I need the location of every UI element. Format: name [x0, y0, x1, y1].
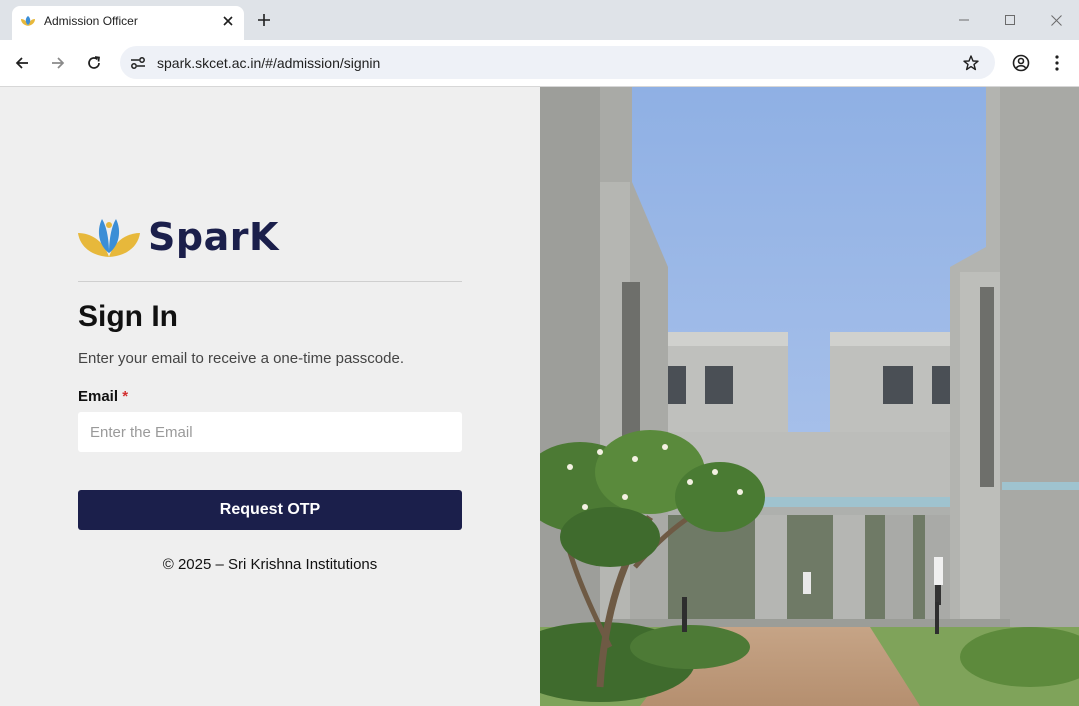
- close-icon[interactable]: [218, 11, 238, 31]
- divider: [78, 281, 462, 282]
- tab-strip: Admission Officer: [0, 0, 1079, 40]
- campus-photo: [540, 87, 1079, 706]
- kebab-menu-icon[interactable]: [1046, 52, 1068, 74]
- plus-icon[interactable]: [254, 10, 274, 30]
- window-close-icon[interactable]: [1046, 10, 1066, 30]
- minimize-icon[interactable]: [954, 10, 974, 30]
- profile-icon[interactable]: [1010, 52, 1032, 74]
- signin-panel: SparK Sign In Enter your email to receiv…: [0, 87, 540, 706]
- page-subtitle: Enter your email to receive a one-time p…: [78, 350, 404, 367]
- email-label-text: Email: [78, 388, 119, 405]
- tab-title: Admission Officer: [44, 14, 138, 28]
- spark-logo-icon: [78, 219, 140, 257]
- campus-illustration: [540, 87, 1079, 706]
- page-title: Sign In: [78, 300, 178, 333]
- address-bar[interactable]: spark.skcet.ac.in/#/admission/signin: [120, 46, 995, 79]
- maximize-icon[interactable]: [1000, 10, 1020, 30]
- email-field[interactable]: [78, 412, 462, 452]
- page-content: SparK Sign In Enter your email to receiv…: [0, 87, 1079, 706]
- star-icon[interactable]: [961, 53, 981, 73]
- browser-toolbar: spark.skcet.ac.in/#/admission/signin: [0, 40, 1079, 87]
- browser-tab[interactable]: Admission Officer: [12, 6, 244, 40]
- copyright-footer: © 2025 – Sri Krishna Institutions: [162, 556, 378, 573]
- brand-name: SparK: [148, 215, 279, 259]
- reload-icon[interactable]: [83, 52, 105, 74]
- forward-arrow-icon[interactable]: [47, 52, 69, 74]
- back-arrow-icon[interactable]: [11, 52, 33, 74]
- request-otp-button[interactable]: Request OTP: [78, 490, 462, 530]
- favicon-icon: [21, 16, 35, 26]
- required-mark: *: [122, 388, 129, 405]
- email-label: Email *: [78, 388, 128, 405]
- site-settings-icon[interactable]: [128, 53, 148, 73]
- url-text: spark.skcet.ac.in/#/admission/signin: [157, 55, 381, 71]
